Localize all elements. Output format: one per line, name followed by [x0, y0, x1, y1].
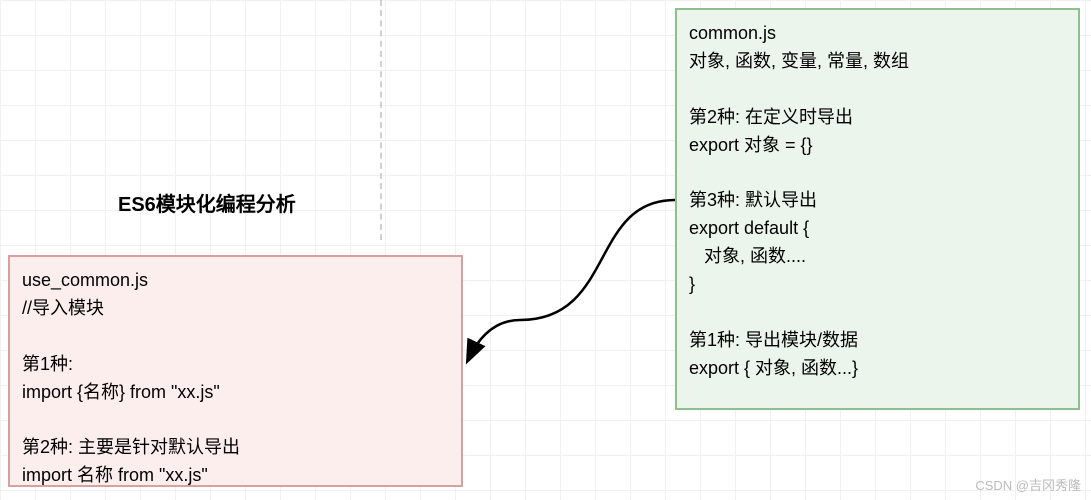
text-line: import {名称} from "xx.js" — [22, 379, 449, 407]
text-line: 第2种: 在定义时导出 — [689, 104, 1066, 132]
text-line: 第1种: 导出模块/数据 — [689, 327, 1066, 355]
text-line: 对象, 函数, 变量, 常量, 数组 — [689, 48, 1066, 76]
text-line: 第2种: 主要是针对默认导出 — [22, 434, 449, 462]
text-line — [689, 76, 1066, 104]
text-line: use_common.js — [22, 267, 449, 295]
text-line: //导入模块 — [22, 295, 449, 323]
text-line — [689, 159, 1066, 187]
text-line: 第1种: — [22, 351, 449, 379]
text-line — [22, 323, 449, 351]
text-line: 对象, 函数.... — [689, 243, 1066, 271]
export-box: common.js 对象, 函数, 变量, 常量, 数组 第2种: 在定义时导出… — [675, 8, 1080, 410]
text-line: export default { — [689, 215, 1066, 243]
text-line: 第3种: 默认导出 — [689, 187, 1066, 215]
text-line — [22, 406, 449, 434]
diagram-title: ES6模块化编程分析 — [118, 188, 296, 217]
import-box: use_common.js //导入模块 第1种: import {名称} fr… — [8, 255, 463, 487]
text-line: export { 对象, 函数...} — [689, 355, 1066, 383]
text-line: common.js — [689, 20, 1066, 48]
text-line — [689, 299, 1066, 327]
text-line: } — [689, 271, 1066, 299]
watermark: CSDN @吉冈秀隆 — [975, 475, 1081, 494]
vertical-dashed-divider — [380, 0, 382, 240]
text-line: export 对象 = {} — [689, 132, 1066, 160]
text-line: import 名称 from "xx.js" — [22, 462, 449, 490]
connector-arrow — [460, 190, 680, 390]
